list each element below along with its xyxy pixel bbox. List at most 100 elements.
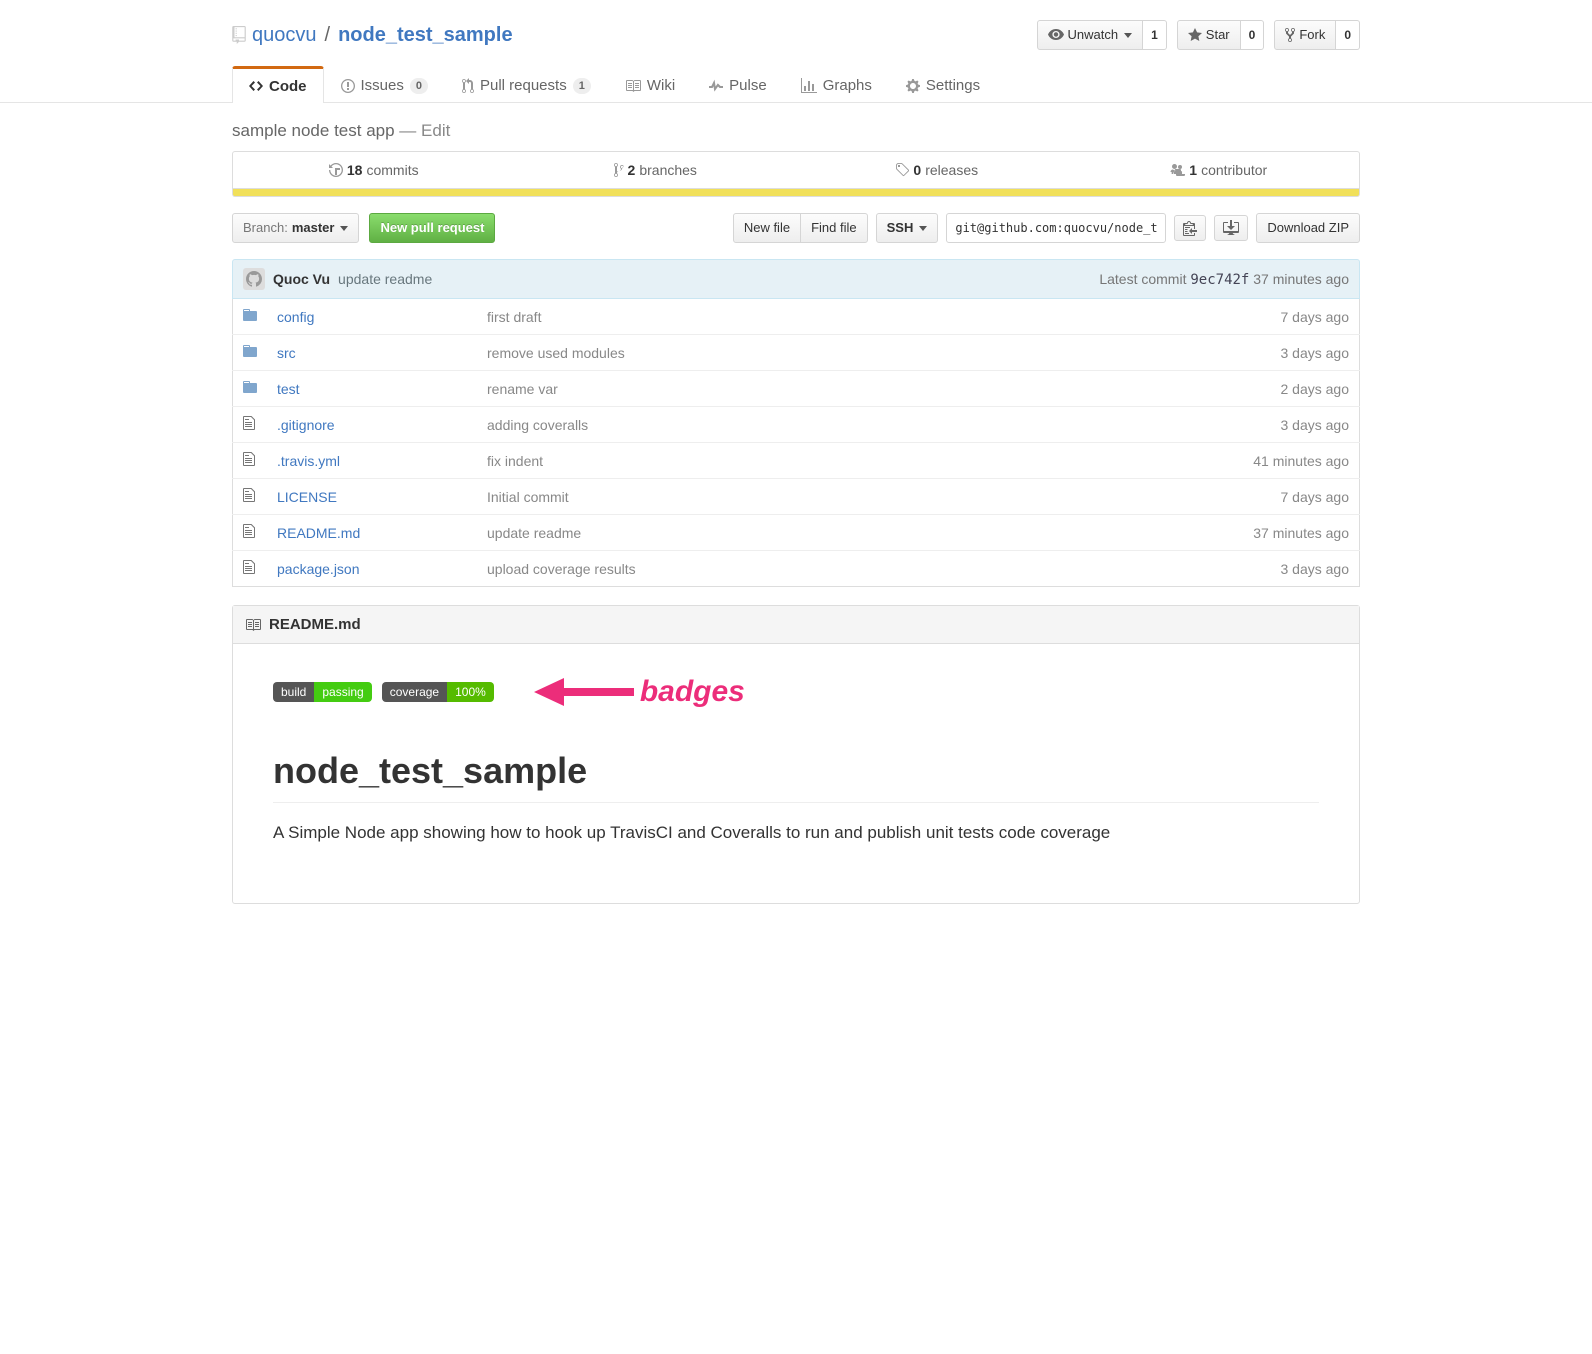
find-file-button[interactable]: Find file	[800, 213, 868, 243]
book-icon	[625, 78, 641, 94]
file-icon	[243, 487, 255, 503]
file-age: 7 days ago	[1200, 299, 1360, 335]
code-icon	[249, 78, 263, 94]
gear-icon	[906, 78, 920, 94]
edit-description-link[interactable]: Edit	[421, 121, 450, 140]
file-name-link[interactable]: config	[277, 309, 314, 325]
clone-protocol-button[interactable]: SSH	[876, 213, 939, 243]
history-icon	[329, 162, 343, 178]
table-row: package.jsonupload coverage results3 day…	[233, 551, 1360, 587]
file-commit-link[interactable]: remove used modules	[487, 345, 625, 361]
book-icon	[245, 617, 261, 633]
table-row: .travis.ymlfix indent41 minutes ago	[233, 443, 1360, 479]
commits-stat[interactable]: 18 commits	[233, 152, 515, 188]
file-name-link[interactable]: test	[277, 381, 300, 397]
tab-wiki[interactable]: Wiki	[608, 66, 692, 102]
branch-select-button[interactable]: Branch: master	[232, 213, 359, 243]
table-row: README.md update readme 37 minutes ago	[233, 515, 1360, 551]
table-row: srcremove used modules3 days ago	[233, 335, 1360, 371]
file-commit-link[interactable]: update readme	[487, 525, 581, 541]
new-file-button[interactable]: New file	[733, 213, 801, 243]
file-age: 3 days ago	[1200, 407, 1360, 443]
file-name-link[interactable]: LICENSE	[277, 489, 337, 505]
readme-header: README.md	[233, 606, 1359, 644]
watch-count[interactable]: 1	[1143, 20, 1167, 50]
tag-icon	[895, 162, 909, 178]
tab-issues[interactable]: Issues 0	[324, 66, 445, 102]
contributors-stat[interactable]: 1 contributor	[1078, 152, 1360, 188]
folder-icon	[243, 343, 257, 359]
readme-box: README.md build passing coverage 100% ba…	[232, 605, 1360, 904]
fork-icon	[1285, 27, 1295, 43]
coverage-badge[interactable]: coverage 100%	[382, 682, 494, 702]
issue-icon	[341, 78, 355, 94]
file-name-link[interactable]: README.md	[277, 525, 360, 541]
build-badge[interactable]: build passing	[273, 682, 372, 702]
clone-url-input[interactable]	[946, 213, 1166, 243]
repo-nav: Code Issues 0 Pull requests 1 Wiki Pulse	[232, 66, 1360, 102]
file-commit-link[interactable]: rename var	[487, 381, 558, 397]
tab-pulls[interactable]: Pull requests 1	[445, 66, 608, 102]
releases-stat[interactable]: 0 releases	[796, 152, 1078, 188]
commit-tease: Quoc Vu update readme Latest commit 9ec7…	[232, 259, 1360, 299]
download-icon	[1223, 220, 1239, 236]
file-name-link[interactable]: package.json	[277, 561, 360, 577]
file-listing: config first draft 7 days ago src remove use…	[232, 299, 1360, 587]
repo-owner-link[interactable]: quocvu	[252, 24, 317, 47]
file-icon	[243, 415, 255, 431]
file-commit-link[interactable]: fix indent	[487, 453, 543, 469]
file-name-link[interactable]: .gitignore	[277, 417, 335, 433]
file-name-link[interactable]: src	[277, 345, 296, 361]
pr-icon	[462, 78, 474, 94]
commit-author-link[interactable]: Quoc Vu	[273, 271, 330, 287]
overall-summary: 18 commits 2 branches 0 releases 1 contr…	[232, 151, 1360, 189]
arrow-icon	[534, 674, 634, 710]
caret-icon	[919, 226, 927, 231]
table-row: config first draft 7 days ago	[233, 299, 1360, 335]
repo-title: quocvu / node_test_sample	[232, 24, 513, 47]
tab-settings[interactable]: Settings	[889, 66, 997, 102]
branch-icon	[614, 162, 624, 178]
unwatch-button[interactable]: Unwatch	[1037, 20, 1144, 50]
copy-url-button[interactable]	[1174, 215, 1206, 241]
commit-age: 37 minutes ago	[1253, 271, 1349, 287]
file-commit-link[interactable]: upload coverage results	[487, 561, 636, 577]
avatar[interactable]	[243, 268, 265, 290]
file-age: 2 days ago	[1200, 371, 1360, 407]
file-commit-link[interactable]: first draft	[487, 309, 541, 325]
repo-icon	[232, 26, 246, 44]
file-name-link[interactable]: .travis.yml	[277, 453, 340, 469]
new-pull-request-button[interactable]: New pull request	[369, 213, 495, 243]
commit-message-link[interactable]: update readme	[338, 271, 432, 287]
file-icon	[243, 523, 255, 539]
tab-pulse[interactable]: Pulse	[692, 66, 784, 102]
file-commit-link[interactable]: Initial commit	[487, 489, 569, 505]
pagehead-actions: Unwatch 1 Star 0 Fork	[1037, 20, 1360, 50]
file-commit-link[interactable]: adding coveralls	[487, 417, 588, 433]
file-age: 37 minutes ago	[1200, 515, 1360, 551]
tab-graphs[interactable]: Graphs	[784, 66, 889, 102]
readme-heading: node_test_sample	[273, 750, 1319, 803]
star-icon	[1188, 27, 1202, 43]
file-age: 7 days ago	[1200, 479, 1360, 515]
download-zip-button[interactable]: Download ZIP	[1256, 213, 1360, 243]
graph-icon	[801, 78, 817, 94]
file-icon	[243, 451, 255, 467]
fork-button[interactable]: Fork	[1274, 20, 1336, 50]
download-desktop-button[interactable]	[1214, 215, 1248, 241]
folder-icon	[243, 307, 257, 323]
annotation: badges	[534, 674, 745, 710]
pulse-icon	[709, 78, 723, 94]
star-count[interactable]: 0	[1241, 20, 1265, 50]
pulls-count: 1	[573, 78, 591, 94]
star-button[interactable]: Star	[1177, 20, 1241, 50]
repo-separator: /	[325, 24, 331, 47]
tab-code[interactable]: Code	[232, 66, 324, 103]
commit-sha-link[interactable]: 9ec742f	[1190, 272, 1249, 288]
language-bar[interactable]	[232, 189, 1360, 197]
branches-stat[interactable]: 2 branches	[515, 152, 797, 188]
folder-icon	[243, 379, 257, 395]
fork-count[interactable]: 0	[1336, 20, 1360, 50]
repo-description: sample node test app — Edit	[232, 103, 1360, 151]
repo-name-link[interactable]: node_test_sample	[338, 24, 513, 47]
